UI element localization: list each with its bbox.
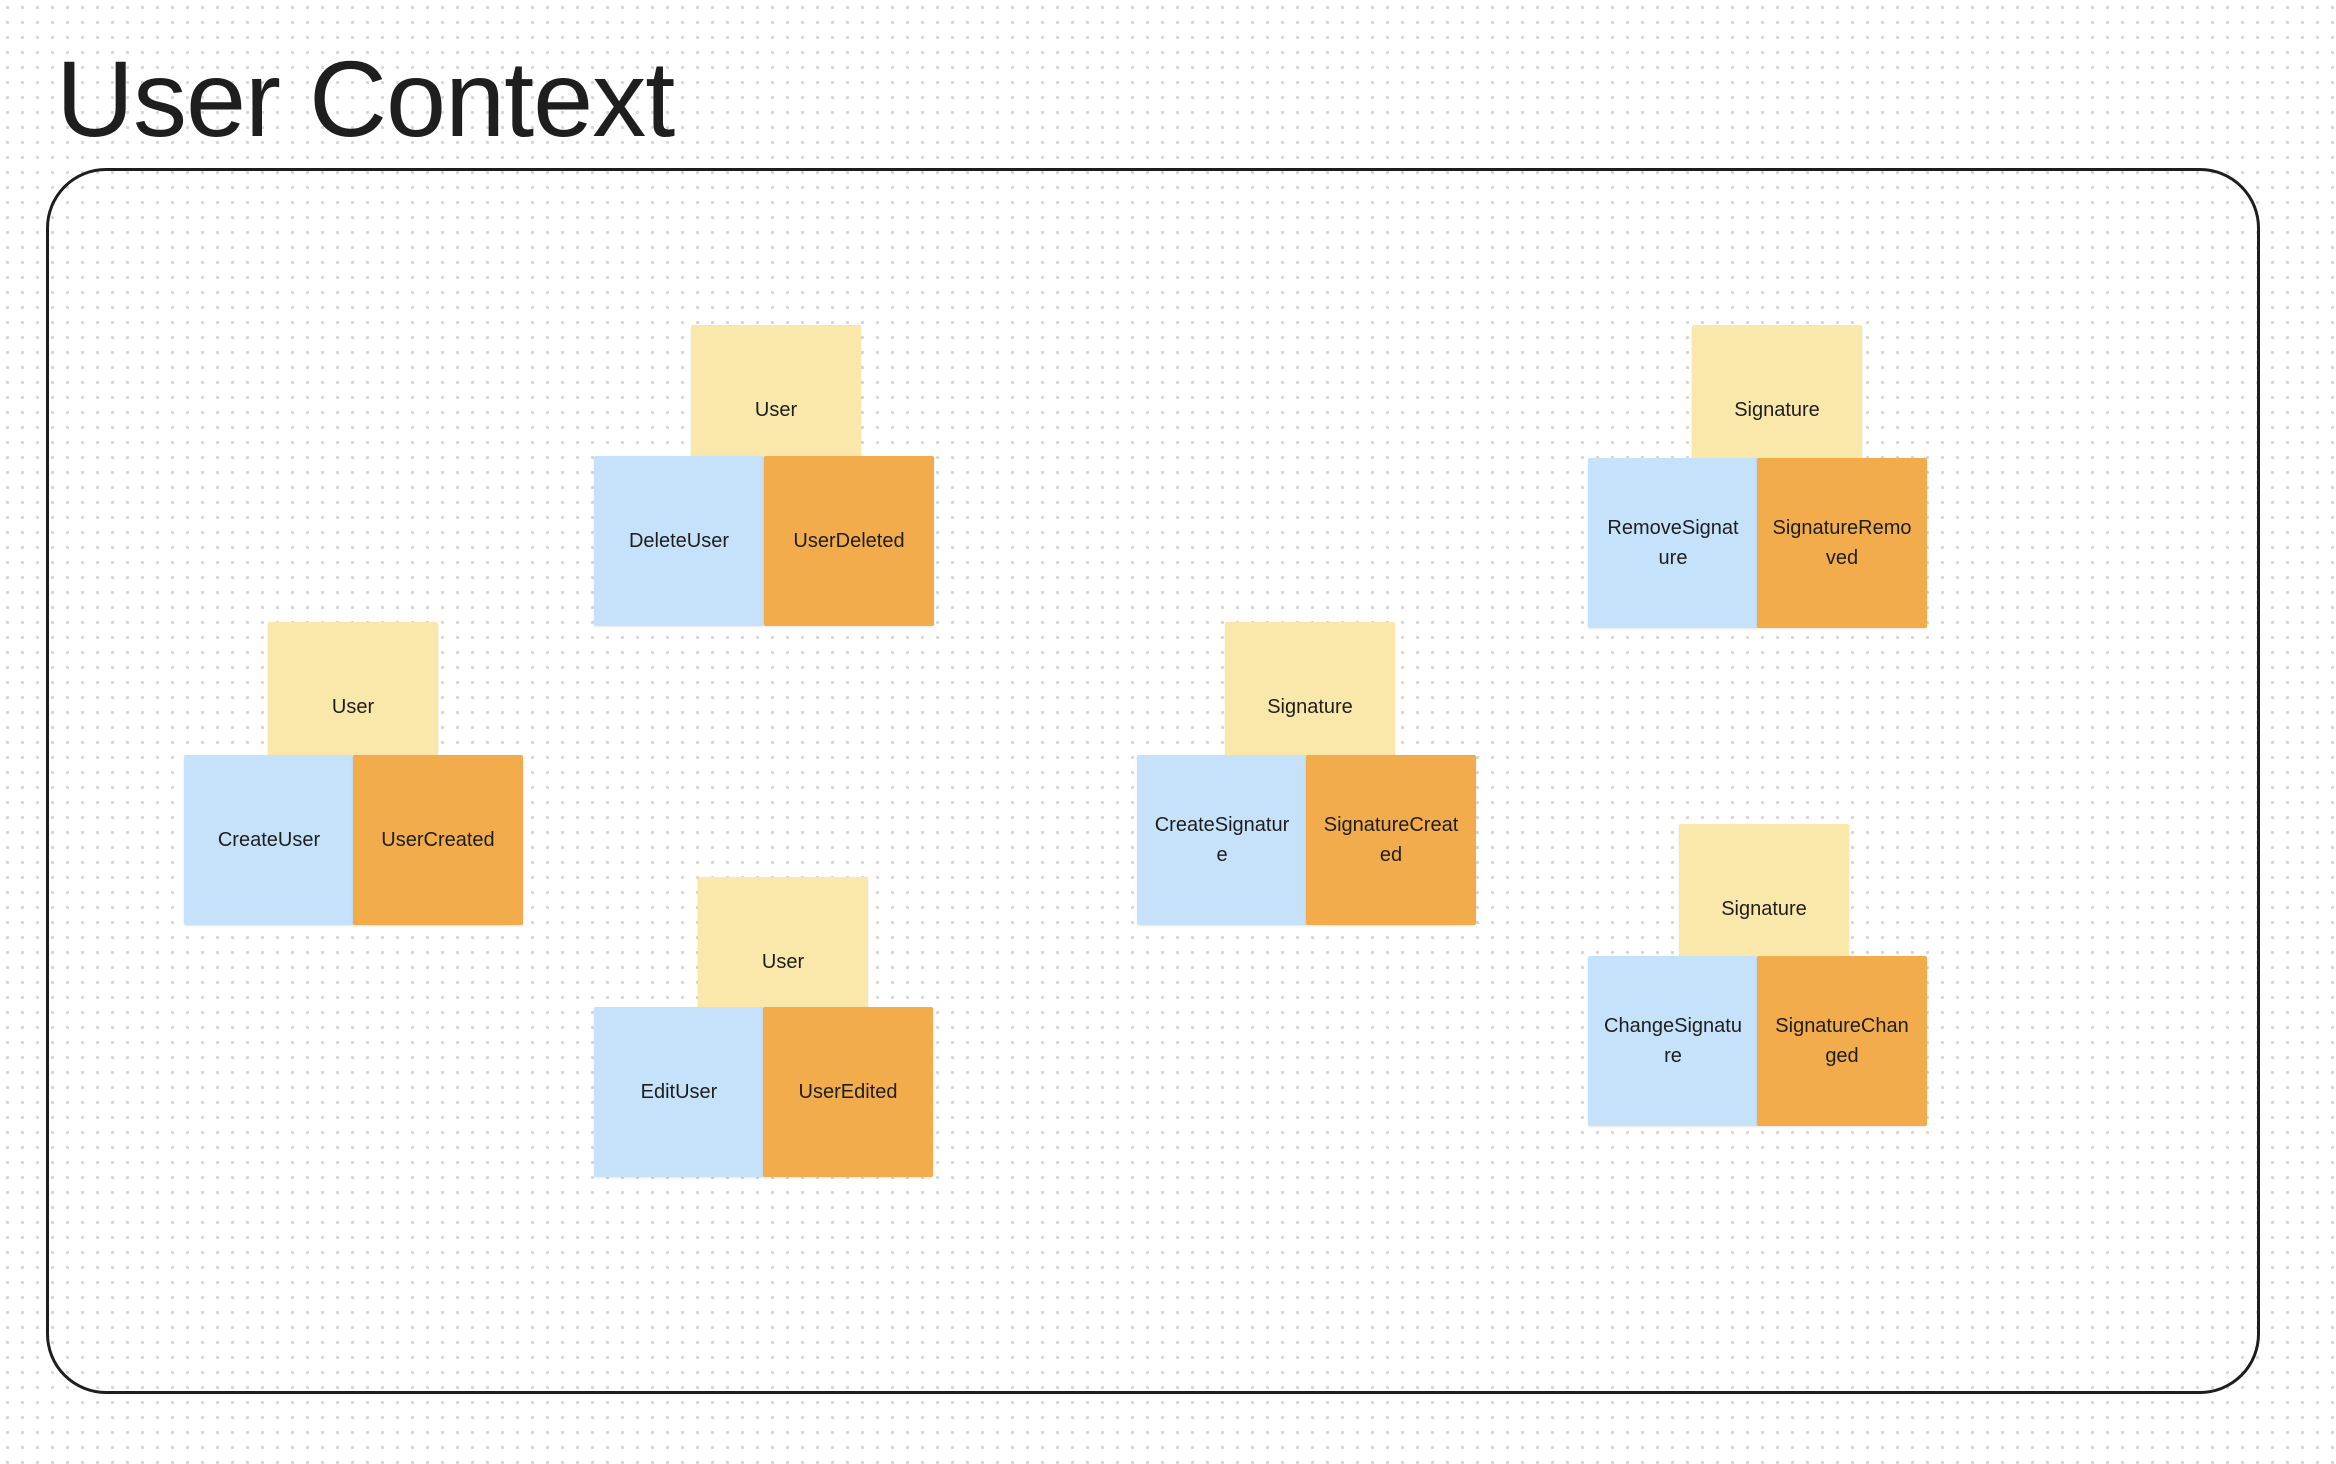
board-title: User Context [56,38,675,159]
event-sticky-user-edited[interactable]: UserEdited [763,1007,933,1177]
event-sticky-user-created[interactable]: UserCreated [353,755,523,925]
command-sticky-change-signature[interactable]: ChangeSignature [1588,956,1758,1126]
event-sticky-signature-removed[interactable]: SignatureRemoved [1757,458,1927,628]
command-sticky-create-user[interactable]: CreateUser [184,755,354,925]
command-sticky-create-signature[interactable]: CreateSignature [1137,755,1307,925]
command-sticky-remove-signature[interactable]: RemoveSignature [1588,458,1758,628]
command-sticky-delete-user[interactable]: DeleteUser [594,456,764,626]
event-sticky-signature-changed[interactable]: SignatureChanged [1757,956,1927,1126]
event-sticky-user-deleted[interactable]: UserDeleted [764,456,934,626]
command-sticky-edit-user[interactable]: EditUser [594,1007,764,1177]
event-sticky-signature-created[interactable]: SignatureCreated [1306,755,1476,925]
